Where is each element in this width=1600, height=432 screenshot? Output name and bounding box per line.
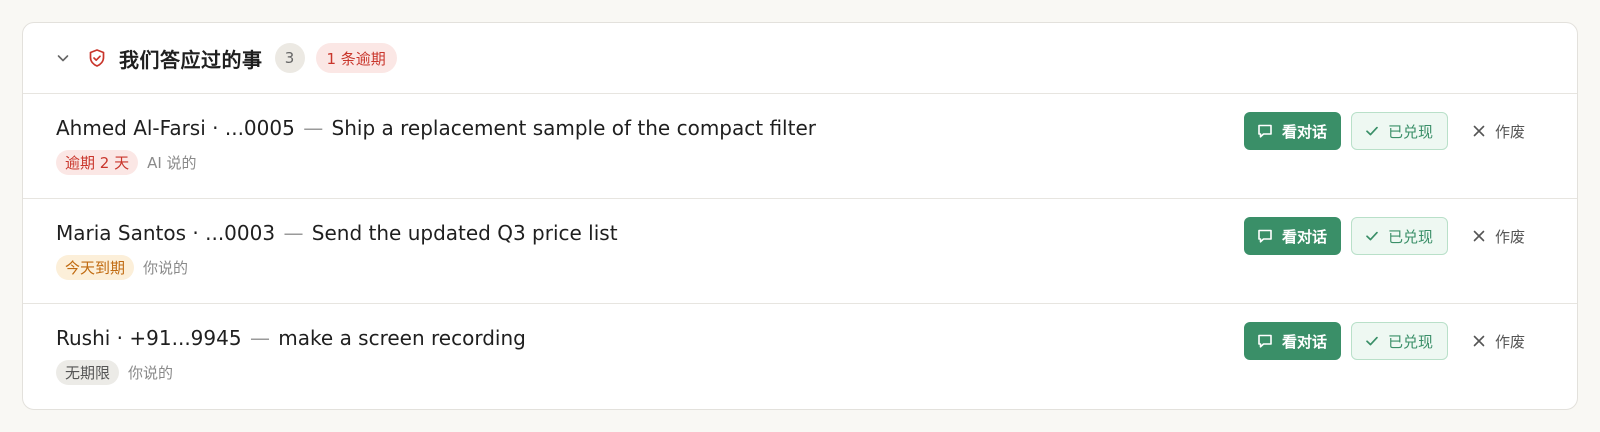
view-conversation-label: 看对话 bbox=[1281, 227, 1327, 246]
contact-name: Rushi · +91...9945 bbox=[56, 326, 242, 350]
task-description: Send the updated Q3 price list bbox=[311, 221, 618, 245]
task-description: make a screen recording bbox=[278, 326, 526, 350]
task-description: Ship a replacement sample of the compact… bbox=[331, 116, 816, 140]
commitment-meta: 今天到期 你说的 bbox=[56, 255, 188, 280]
row-actions: 看对话 已兑现 作废 bbox=[1243, 322, 1535, 360]
void-button[interactable]: 作废 bbox=[1462, 322, 1535, 360]
close-icon bbox=[1472, 124, 1486, 138]
check-icon bbox=[1364, 123, 1380, 139]
due-status-badge: 无期限 bbox=[56, 360, 120, 385]
void-button[interactable]: 作废 bbox=[1462, 217, 1535, 255]
close-icon bbox=[1472, 229, 1486, 243]
due-status-badge: 逾期 2 天 bbox=[56, 150, 139, 175]
source-label: 你说的 bbox=[143, 259, 189, 277]
row-actions: 看对话 已兑现 作废 bbox=[1243, 112, 1535, 150]
mark-fulfilled-label: 已兑现 bbox=[1387, 332, 1433, 351]
chevron-down-icon[interactable] bbox=[55, 50, 71, 66]
commitments-header[interactable]: 我们答应过的事 3 1 条逾期 bbox=[23, 23, 1577, 94]
commitment-text: Maria Santos · ...0003 — Send the update… bbox=[56, 221, 618, 245]
contact-name: Ahmed Al-Farsi · ...0005 bbox=[56, 116, 295, 140]
commitments-panel: 我们答应过的事 3 1 条逾期 Ahmed Al-Farsi · ...0005… bbox=[22, 22, 1578, 410]
view-conversation-button[interactable]: 看对话 bbox=[1243, 322, 1341, 360]
view-conversation-button[interactable]: 看对话 bbox=[1243, 217, 1341, 255]
commitment-row: Maria Santos · ...0003 — Send the update… bbox=[23, 199, 1577, 304]
void-label: 作废 bbox=[1494, 122, 1525, 141]
mark-fulfilled-label: 已兑现 bbox=[1387, 227, 1433, 246]
mark-fulfilled-button[interactable]: 已兑现 bbox=[1350, 217, 1448, 255]
mark-fulfilled-button[interactable]: 已兑现 bbox=[1350, 112, 1448, 150]
mark-fulfilled-button[interactable]: 已兑现 bbox=[1350, 322, 1448, 360]
void-label: 作废 bbox=[1494, 227, 1525, 246]
source-label: AI 说的 bbox=[147, 154, 197, 172]
overdue-badge: 1 条逾期 bbox=[315, 43, 397, 73]
check-icon bbox=[1364, 333, 1380, 349]
row-actions: 看对话 已兑现 作废 bbox=[1243, 217, 1535, 255]
commitment-text: Ahmed Al-Farsi · ...0005 — Ship a replac… bbox=[56, 116, 816, 140]
void-button[interactable]: 作废 bbox=[1462, 112, 1535, 150]
commitment-row: Ahmed Al-Farsi · ...0005 — Ship a replac… bbox=[23, 94, 1577, 199]
commitment-text: Rushi · +91...9945 — make a screen recor… bbox=[56, 326, 526, 350]
view-conversation-label: 看对话 bbox=[1281, 122, 1327, 141]
chat-bubble-icon bbox=[1256, 227, 1274, 245]
source-label: 你说的 bbox=[128, 364, 174, 382]
void-label: 作废 bbox=[1494, 332, 1525, 351]
separator: — bbox=[303, 116, 324, 140]
view-conversation-button[interactable]: 看对话 bbox=[1243, 112, 1341, 150]
chat-bubble-icon bbox=[1256, 122, 1274, 140]
contact-name: Maria Santos · ...0003 bbox=[56, 221, 276, 245]
commitment-meta: 无期限 你说的 bbox=[56, 360, 173, 385]
shield-check-icon bbox=[87, 48, 107, 68]
check-icon bbox=[1364, 228, 1380, 244]
separator: — bbox=[283, 221, 304, 245]
section-title: 我们答应过的事 bbox=[119, 47, 263, 72]
count-badge: 3 bbox=[274, 43, 305, 73]
mark-fulfilled-label: 已兑现 bbox=[1387, 122, 1433, 141]
close-icon bbox=[1472, 334, 1486, 348]
commitment-meta: 逾期 2 天 AI 说的 bbox=[56, 150, 197, 175]
chat-bubble-icon bbox=[1256, 332, 1274, 350]
separator: — bbox=[249, 326, 270, 350]
view-conversation-label: 看对话 bbox=[1281, 332, 1327, 351]
due-status-badge: 今天到期 bbox=[56, 255, 135, 280]
commitment-row: Rushi · +91...9945 — make a screen recor… bbox=[23, 304, 1577, 409]
